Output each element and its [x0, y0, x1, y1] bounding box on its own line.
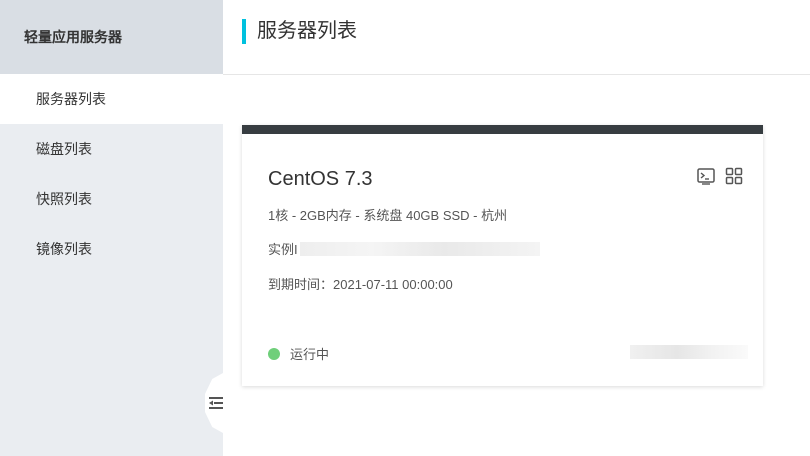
page-title: 服务器列表 — [257, 20, 357, 42]
page-header: 服务器列表 — [223, 0, 810, 75]
server-spec: 1核 - 2GB内存 - 系统盘 40GB SSD - 杭州 — [268, 208, 508, 223]
sidebar-item-snapshots[interactable]: 快照列表 — [0, 174, 223, 224]
expire-time: 到期时间：2021-07-11 00:00:00 — [268, 277, 453, 292]
instance-id-label: 实例I — [268, 242, 298, 257]
sidebar: 轻量应用服务器 服务器列表 磁盘列表 快照列表 镜像列表 — [0, 0, 223, 456]
sidebar-item-disks[interactable]: 磁盘列表 — [0, 124, 223, 174]
grid-icon[interactable] — [725, 167, 743, 185]
status-text: 运行中 — [290, 347, 330, 362]
sidebar-item-servers[interactable]: 服务器列表 — [0, 74, 223, 124]
status-dot — [268, 347, 280, 360]
redacted-instance-id — [299, 241, 540, 256]
card-actions — [697, 167, 743, 185]
server-card[interactable]: CentOS 7.3 1核 - 2GB内存 - 系统盘 40GB SSD - 杭… — [242, 125, 763, 386]
sidebar-item-images[interactable]: 镜像列表 — [0, 224, 223, 274]
status-row: 运行中 — [268, 344, 329, 363]
server-os-title: CentOS 7.3 — [268, 168, 373, 190]
terminal-icon[interactable] — [697, 167, 715, 185]
card-top-bar — [242, 125, 763, 134]
title-accent-bar — [242, 19, 246, 44]
collapse-icon — [209, 397, 223, 409]
instance-id-row: 实例I — [268, 239, 540, 258]
redacted-ip — [630, 345, 748, 359]
sidebar-title: 轻量应用服务器 — [0, 0, 223, 74]
